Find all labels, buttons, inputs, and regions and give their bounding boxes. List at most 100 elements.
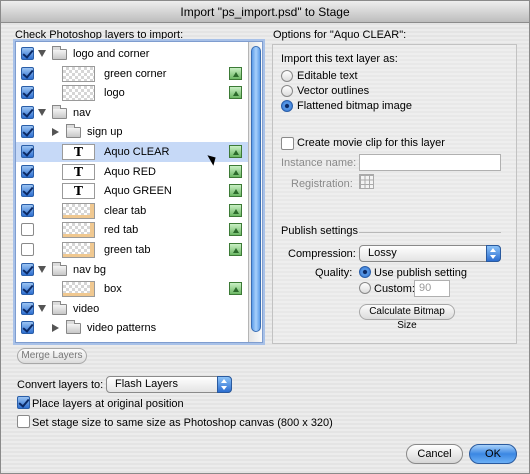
layer-thumbnail (62, 281, 95, 298)
flattened-bitmap-label: Flattened bitmap image (297, 100, 412, 112)
place-original-position-label: Place layers at original position (32, 398, 184, 410)
convert-layers-select[interactable]: Flash Layers (106, 376, 232, 393)
layer-row[interactable]: red tab (16, 220, 249, 240)
instance-name-input[interactable] (359, 154, 501, 171)
movie-clip-checkbox[interactable] (281, 137, 294, 150)
layer-name: Aquo GREEN (104, 185, 172, 198)
convert-layers-value: Flash Layers (115, 378, 178, 390)
layer-checkbox[interactable] (21, 47, 34, 60)
disclosure-down-icon[interactable] (38, 50, 46, 57)
options-heading: Options for "Aquo CLEAR": (273, 29, 407, 41)
bitmap-layer-icon (229, 164, 242, 178)
layer-row[interactable]: video (16, 299, 249, 319)
registration-grid-icon[interactable] (359, 174, 374, 189)
layer-name: box (104, 283, 122, 296)
layer-row[interactable]: nav (16, 103, 249, 123)
layer-checkbox[interactable] (21, 282, 34, 296)
folder-icon (66, 320, 81, 335)
cancel-button[interactable]: Cancel (406, 444, 463, 464)
layer-name: Aquo CLEAR (104, 146, 170, 158)
chevron-updown-icon (217, 376, 232, 393)
radio-use-publish-setting[interactable] (359, 266, 371, 278)
bitmap-layer-icon (229, 184, 242, 198)
layer-checkbox[interactable] (21, 66, 34, 80)
folder-icon (52, 261, 67, 276)
folder-icon (52, 104, 67, 119)
disclosure-down-icon[interactable] (38, 304, 46, 312)
window-title: Import "ps_import.psd" to Stage (1, 1, 529, 23)
disclosure-down-icon[interactable] (38, 265, 46, 273)
layer-row[interactable]: video patterns (16, 318, 249, 338)
layer-checkbox[interactable] (21, 243, 34, 256)
layer-row[interactable]: T Aquo GREEN (16, 181, 249, 201)
bitmap-layer-icon (229, 86, 242, 100)
layer-row[interactable]: logo and corner (16, 44, 249, 64)
layer-row[interactable]: clear tab (16, 201, 249, 221)
layer-checkbox[interactable] (21, 262, 34, 276)
radio-flattened-bitmap[interactable] (281, 100, 293, 112)
layers-scrollbar-thumb[interactable] (251, 46, 261, 332)
chevron-updown-icon (486, 245, 501, 262)
layer-checkbox[interactable] (21, 164, 34, 178)
vector-outlines-label: Vector outlines (297, 85, 370, 97)
layer-checkbox[interactable] (21, 145, 34, 158)
layer-name: video patterns (87, 322, 157, 335)
import-dialog: Import "ps_import.psd" to Stage Check Ph… (0, 0, 530, 474)
bitmap-layer-icon (229, 203, 242, 217)
layer-checkbox[interactable] (21, 301, 34, 315)
disclosure-right-icon[interactable] (52, 128, 59, 137)
layer-checkbox[interactable] (21, 184, 34, 198)
instance-name-label: Instance name: (281, 157, 357, 169)
layer-checkbox[interactable] (21, 105, 34, 119)
radio-custom-quality[interactable] (359, 282, 371, 294)
compression-select[interactable]: Lossy (359, 245, 501, 262)
compression-value: Lossy (368, 247, 397, 259)
custom-quality-label: Custom: (374, 283, 415, 295)
layer-row[interactable]: nav bg (16, 260, 249, 280)
layer-name: logo (104, 87, 125, 100)
layer-row[interactable]: green corner (16, 64, 249, 84)
radio-editable-text[interactable] (281, 70, 293, 82)
layer-row[interactable]: sign up (16, 122, 249, 142)
layer-name: green corner (104, 67, 167, 80)
layer-name: video (73, 302, 100, 315)
set-stage-size-checkbox[interactable] (17, 415, 30, 428)
layer-name: logo and corner (73, 48, 150, 60)
layer-row[interactable]: logo (16, 83, 249, 103)
disclosure-down-icon[interactable] (38, 108, 46, 116)
layer-checkbox[interactable] (21, 125, 34, 139)
bitmap-layer-icon (229, 223, 242, 237)
calculate-bitmap-size-button[interactable]: Calculate Bitmap Size (359, 304, 455, 331)
layer-checkbox[interactable] (21, 203, 34, 217)
layers-scrollbar[interactable] (248, 42, 262, 342)
bitmap-layer-icon (229, 66, 242, 80)
layer-name: Aquo RED (104, 165, 156, 178)
folder-icon (52, 300, 67, 315)
layer-thumbnail (62, 242, 95, 258)
merge-layers-button[interactable]: Merge Layers (17, 348, 87, 364)
layer-thumbnail (62, 222, 95, 239)
place-original-position-checkbox[interactable] (17, 396, 30, 409)
layers-list[interactable]: logo and corner green corner logo nav sign u… (15, 41, 263, 343)
layer-name: green tab (104, 244, 151, 256)
layer-checkbox[interactable] (21, 321, 34, 335)
folder-icon (66, 124, 81, 139)
bitmap-layer-icon (229, 282, 242, 296)
layer-thumbnail (62, 85, 95, 102)
layers-heading: Check Photoshop layers to import: (15, 29, 184, 41)
layer-row[interactable]: box (16, 279, 249, 299)
layer-name: nav (73, 106, 91, 119)
layer-checkbox[interactable] (21, 86, 34, 100)
use-publish-setting-label: Use publish setting (374, 267, 467, 279)
movie-clip-label: Create movie clip for this layer (297, 137, 445, 149)
layer-name: nav bg (73, 263, 107, 276)
ok-button[interactable]: OK (469, 444, 517, 464)
custom-quality-input[interactable]: 90 (414, 280, 450, 297)
layer-name: sign up (87, 126, 123, 139)
layer-name: clear tab (104, 204, 147, 217)
layer-checkbox[interactable] (21, 223, 34, 237)
layer-row[interactable]: green tab (16, 240, 249, 260)
bitmap-layer-icon (229, 145, 242, 158)
radio-vector-outlines[interactable] (281, 85, 293, 97)
disclosure-right-icon[interactable] (52, 324, 59, 333)
